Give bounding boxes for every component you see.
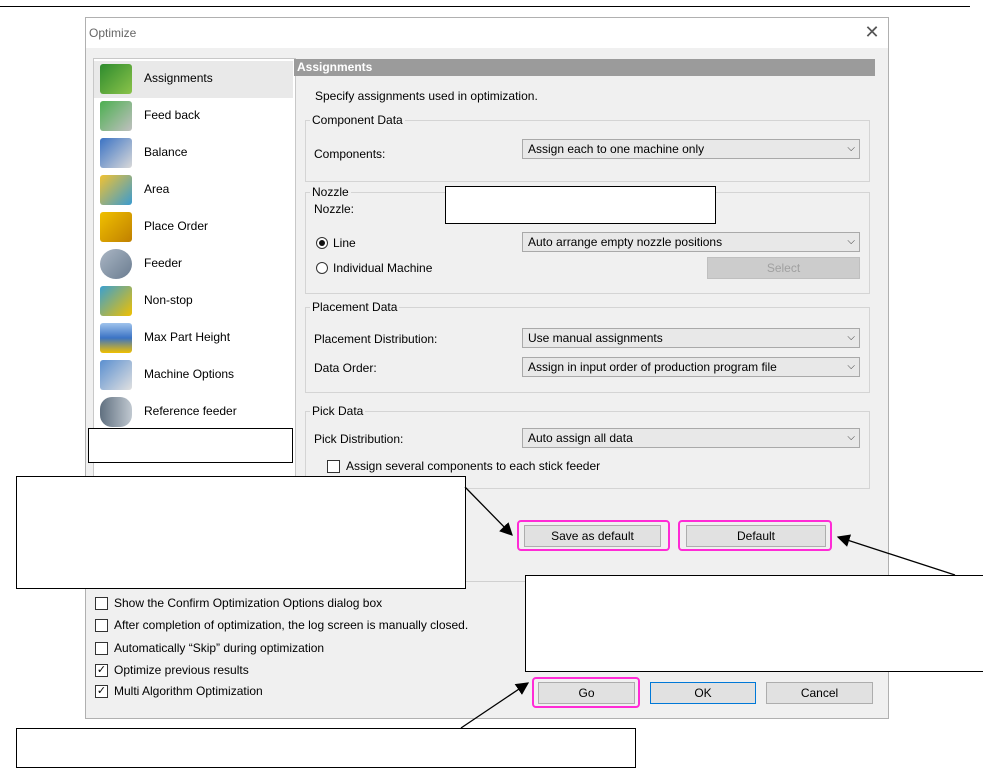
chevron-down-icon: ⌵ (847, 432, 855, 443)
select-button[interactable]: Select (707, 257, 860, 279)
window-title: Optimize (89, 26, 137, 40)
group-title: Pick Data (310, 404, 366, 418)
sidebar-item-label: Non-stop (144, 293, 193, 307)
sidebar-item-label: Balance (144, 145, 188, 159)
log-screen-label: After completion of optimization, the lo… (114, 618, 469, 632)
place-order-icon (100, 212, 132, 242)
log-screen-checkbox[interactable] (95, 619, 108, 632)
confirm-options-checkbox[interactable] (95, 597, 108, 610)
chevron-down-icon: ⌵ (847, 143, 855, 154)
cancel-button[interactable]: Cancel (766, 682, 873, 704)
pick-distribution-value: Auto assign all data (528, 431, 633, 445)
sidebar-item-area[interactable]: Area (94, 172, 293, 209)
sidebar-item-label: Place Order (144, 219, 209, 233)
options-list: Show the Confirm Optimization Options di… (86, 594, 586, 704)
go-highlight (532, 677, 640, 708)
data-order-select[interactable]: Assign in input order of production prog… (522, 357, 860, 377)
placement-distribution-label: Placement Distribution: (314, 332, 438, 346)
pick-distribution-label: Pick Distribution: (314, 432, 404, 446)
placement-data-group: Placement Data Placement Distribution: U… (305, 300, 870, 393)
placement-distribution-value: Use manual assignments (528, 331, 663, 345)
data-order-value: Assign in input order of production prog… (528, 360, 777, 374)
data-order-label: Data Order: (314, 361, 377, 375)
save-as-default-highlight (517, 520, 670, 551)
nozzle-label: Nozzle: (314, 202, 355, 216)
auto-skip-checkbox[interactable] (95, 642, 108, 655)
sidebar-item-label: Feeder (144, 256, 183, 270)
sidebar-item-label: Reference feeder (144, 404, 237, 418)
close-icon[interactable]: ✕ (862, 22, 882, 42)
group-title: Component Data (310, 113, 405, 127)
callout-box-default (525, 575, 983, 672)
sidebar-item-max-part-height[interactable]: Max Part Height (94, 320, 293, 357)
components-label: Components: (314, 147, 386, 161)
reference-feeder-icon (100, 397, 132, 427)
components-value: Assign each to one machine only (528, 142, 705, 156)
component-data-group: Component Data Components: Assign each t… (305, 113, 870, 182)
line-radio-label: Line (333, 236, 356, 250)
multi-algorithm-label: Multi Algorithm Optimization (114, 684, 263, 698)
area-icon (100, 175, 132, 205)
sidebar-item-machine-options[interactable]: Machine Options (94, 357, 293, 394)
optimize-previous-label: Optimize previous results (114, 663, 249, 677)
feeder-icon (100, 249, 132, 279)
sidebar-item-feed-back[interactable]: Feed back (94, 98, 293, 135)
sidebar-item-feeder[interactable]: Feeder (94, 246, 293, 283)
sidebar-item-label: Machine Options (144, 367, 235, 381)
chevron-down-icon: ⌵ (847, 332, 855, 343)
individual-machine-label: Individual Machine (333, 261, 433, 275)
title-bar: Optimize ✕ (86, 18, 888, 48)
chevron-down-icon: ⌵ (847, 361, 855, 372)
line-nozzle-value: Auto arrange empty nozzle positions (528, 235, 723, 249)
components-select[interactable]: Assign each to one machine only ⌵ (522, 139, 860, 159)
individual-machine-radio[interactable] (316, 262, 328, 274)
pick-distribution-select[interactable]: Auto assign all data ⌵ (522, 428, 860, 448)
optimize-previous-checkbox[interactable]: ✓ (95, 664, 108, 677)
chevron-down-icon: ⌵ (847, 236, 855, 247)
line-radio[interactable] (316, 237, 328, 249)
placement-distribution-select[interactable]: Use manual assignments ⌵ (522, 328, 860, 348)
sidebar-item-assignments[interactable]: Assignments (94, 61, 293, 98)
confirm-options-label: Show the Confirm Optimization Options di… (114, 596, 383, 610)
panel-header: Assignments (294, 59, 875, 76)
page-top-rule (0, 6, 970, 7)
group-title: Placement Data (310, 300, 400, 314)
callout-box-sidebar (88, 428, 293, 463)
callout-box-save-default (16, 476, 466, 589)
callout-box-nozzle (445, 186, 716, 224)
stick-feeder-checkbox[interactable] (327, 460, 340, 473)
multi-algorithm-checkbox[interactable]: ✓ (95, 685, 108, 698)
callout-box-go (16, 728, 636, 768)
sidebar-item-label: Area (144, 182, 170, 196)
sidebar-item-balance[interactable]: Balance (94, 135, 293, 172)
panel-description: Specify assignments used in optimization… (315, 89, 538, 103)
feedback-icon (100, 101, 132, 131)
sidebar-item-label: Assignments (144, 71, 213, 85)
group-title: Nozzle (310, 185, 351, 199)
machine-options-icon (100, 360, 132, 390)
max-part-height-icon (100, 323, 132, 353)
sidebar-item-reference-feeder[interactable]: Reference feeder (94, 394, 293, 431)
line-nozzle-select[interactable]: Auto arrange empty nozzle positions ⌵ (522, 232, 860, 252)
default-highlight (678, 520, 832, 551)
balance-icon (100, 138, 132, 168)
sidebar-item-place-order[interactable]: Place Order (94, 209, 293, 246)
ok-button[interactable]: OK (650, 682, 756, 704)
auto-skip-label: Automatically “Skip” during optimization (114, 641, 325, 655)
sidebar-item-label: Feed back (144, 108, 201, 122)
assignments-icon (100, 64, 132, 94)
sidebar-item-non-stop[interactable]: Non-stop (94, 283, 293, 320)
non-stop-icon (100, 286, 132, 316)
stick-feeder-label: Assign several components to each stick … (346, 459, 601, 473)
sidebar-item-label: Max Part Height (144, 330, 231, 344)
